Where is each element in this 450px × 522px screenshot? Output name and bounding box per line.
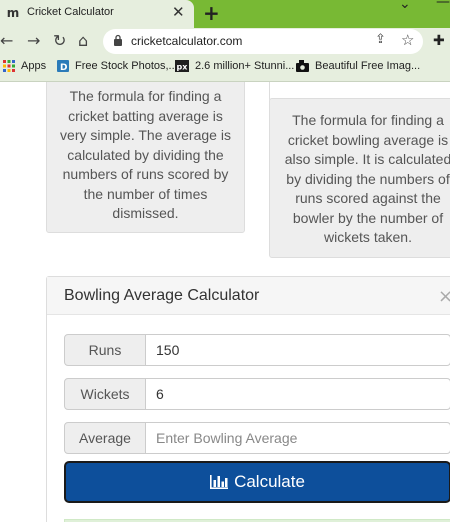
reload-icon[interactable]: ↻ <box>53 31 66 51</box>
url-text: cricketcalculator.com <box>131 34 243 48</box>
tab-title: Cricket Calculator <box>27 6 114 18</box>
tab-search-chevron-icon[interactable]: ⌄ <box>399 0 411 12</box>
tab-cricket-calculator[interactable]: m Cricket Calculator ✕ <box>0 0 194 28</box>
close-icon[interactable]: × <box>438 286 450 307</box>
bookmark-beautiful-free-images[interactable]: Beautiful Free Imag... <box>296 60 420 72</box>
wickets-label: Wickets <box>64 378 146 410</box>
home-icon[interactable]: ⌂ <box>78 31 88 51</box>
page-content: The formula for finding a cricket battin… <box>0 82 450 522</box>
batting-average-description: The formula for finding a cricket battin… <box>60 88 231 221</box>
wickets-field-row: Wickets <box>64 378 450 410</box>
bookmark-stunning-photos[interactable]: px 2.6 million+ Stunni... <box>175 60 294 72</box>
px-favicon-icon: px <box>175 60 189 72</box>
svg-text:px: px <box>177 63 189 72</box>
average-input[interactable] <box>145 422 450 454</box>
runs-input[interactable] <box>145 334 450 366</box>
bookmark-label: 2.6 million+ Stunni... <box>195 60 295 72</box>
bowling-average-description: The formula for finding a cricket bowlin… <box>284 112 450 245</box>
calculate-button[interactable]: Calculate <box>64 461 450 503</box>
extensions-puzzle-icon[interactable]: ✚ <box>433 33 445 49</box>
bookmark-apps[interactable]: Apps <box>3 60 46 72</box>
bookmark-free-stock-photos[interactable]: D Free Stock Photos,... <box>57 60 178 72</box>
runs-field-row: Runs <box>64 334 450 366</box>
batting-average-card: The formula for finding a cricket battin… <box>46 82 245 233</box>
minimize-window-icon[interactable]: — <box>436 0 450 10</box>
share-icon[interactable]: ⇪ <box>375 32 386 47</box>
calculator-header: Bowling Average Calculator × <box>47 277 450 315</box>
back-arrow-icon[interactable]: ← <box>0 31 13 51</box>
bookmarks-bar: Apps D Free Stock Photos,... px 2.6 mill… <box>0 55 450 82</box>
bookmark-label: Apps <box>21 60 47 72</box>
bowling-average-calculator: Bowling Average Calculator × Runs Wicket… <box>46 276 450 522</box>
average-label: Average <box>64 422 146 454</box>
lock-icon <box>114 34 122 46</box>
calculator-title: Bowling Average Calculator <box>64 287 260 304</box>
calculate-button-label: Calculate <box>234 472 305 491</box>
d-favicon-icon: D <box>57 60 69 72</box>
new-tab-icon[interactable]: + <box>203 1 220 25</box>
bookmark-star-icon[interactable]: ☆ <box>401 31 414 49</box>
site-favicon-icon: m <box>6 6 20 20</box>
tab-close-icon[interactable]: ✕ <box>172 3 185 21</box>
camera-favicon-icon <box>296 60 309 72</box>
svg-text:D: D <box>60 63 67 72</box>
wickets-input[interactable] <box>145 378 450 410</box>
bookmark-label: Free Stock Photos,... <box>75 60 178 72</box>
browser-toolbar: ← → ↻ ⌂ cricketcalculator.com ⇪ ☆ <box>0 28 450 55</box>
bar-chart-icon <box>210 475 229 489</box>
bookmark-label: Beautiful Free Imag... <box>315 60 421 72</box>
runs-label: Runs <box>64 334 146 366</box>
apps-grid-icon <box>3 60 15 72</box>
tab-strip: m Cricket Calculator ✕ + ⌄ — <box>0 0 450 28</box>
average-field-row: Average <box>64 422 450 454</box>
address-bar[interactable]: cricketcalculator.com ⇪ ☆ <box>103 29 423 54</box>
bowling-average-card: The formula for finding a cricket bowlin… <box>269 98 450 258</box>
forward-arrow-icon[interactable]: → <box>27 31 40 51</box>
